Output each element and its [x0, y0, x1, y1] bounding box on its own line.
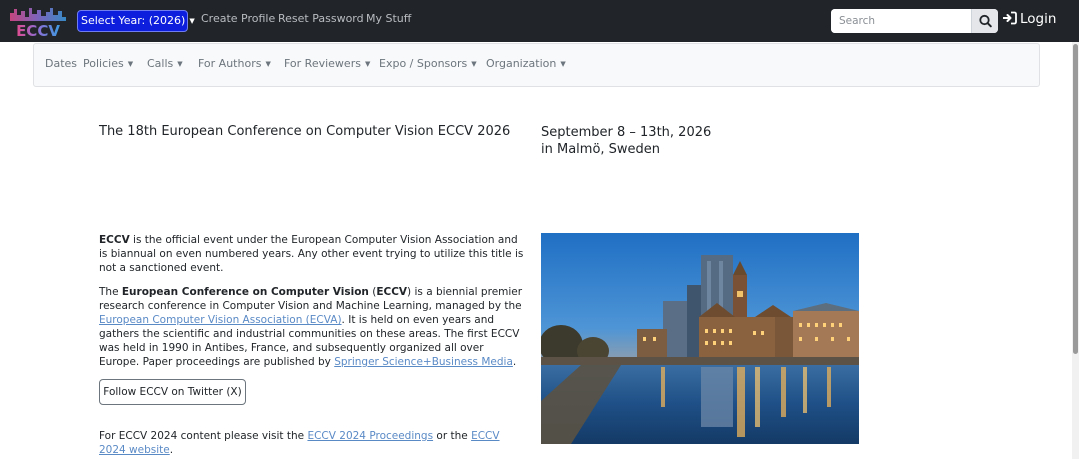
eccv-2024-proceedings-link[interactable]: ECCV 2024 Proceedings [307, 430, 433, 442]
top-navbar: ECCV Select Year: (2026) ▼ Create Profile… [0, 0, 1079, 42]
follow-twitter-button[interactable]: Follow ECCV on Twitter (X) [99, 379, 246, 405]
prev-text-3: . [169, 444, 174, 456]
caret-down-icon: ▼ [560, 60, 566, 68]
nav-dates-label: Dates [45, 57, 78, 70]
nav-expo-sponsors-label: Expo / Sponsors [379, 57, 468, 70]
login-label: Login [1020, 11, 1057, 27]
caret-down-icon: ▼ [471, 60, 477, 68]
nav-policies[interactable]: Policies ▼ [83, 57, 133, 70]
create-profile-link[interactable]: Create Profile [201, 12, 275, 25]
ecva-link[interactable]: European Computer Vision Association (EC… [99, 314, 342, 326]
nav-organization[interactable]: Organization ▼ [486, 57, 566, 70]
intro-strong: ECCV [99, 234, 130, 246]
prev-text-1: For ECCV 2024 content please visit the [99, 430, 308, 442]
conference-dates: September 8 – 13th, 2026 in Malmö, Swede… [541, 124, 711, 158]
nav-for-reviewers[interactable]: For Reviewers ▼ [284, 57, 370, 70]
prev-text-2: or the [433, 430, 472, 442]
location-line: in Malmö, Sweden [541, 142, 661, 157]
about-paragraph: The European Conference on Computer Visi… [99, 285, 524, 369]
intro-text: is the official event under the European… [99, 234, 524, 274]
caret-down-icon: ▼ [265, 60, 271, 68]
nav-policies-label: Policies [83, 57, 124, 70]
about-strong-1: European Conference on Computer Vision [121, 286, 369, 298]
scrollbar-thumb[interactable] [1073, 44, 1078, 354]
nav-dates[interactable]: Dates [45, 57, 77, 70]
nav-for-authors-label: For Authors [198, 57, 262, 70]
about-text-1: The [99, 286, 122, 298]
nav-for-reviewers-label: For Reviewers [284, 57, 361, 70]
my-stuff-link[interactable]: My Stuff [366, 12, 411, 25]
previous-edition-paragraph: For ECCV 2024 content please visit the E… [99, 429, 524, 457]
intro-paragraph: ECCV is the official event under the Eur… [99, 233, 524, 275]
about-text-5: . [512, 356, 517, 368]
caret-down-icon: ▼ [177, 60, 183, 68]
nav-for-authors[interactable]: For Authors ▼ [198, 57, 271, 70]
logo-text: ECCV [16, 22, 60, 38]
year-select-button[interactable]: Select Year: (2026) ▼ [77, 10, 195, 32]
sign-in-icon [1002, 11, 1017, 25]
reset-password-link[interactable]: Reset Password [278, 12, 364, 25]
caret-down-icon: ▼ [364, 60, 371, 68]
nav-calls[interactable]: Calls ▼ [147, 57, 183, 70]
springer-link[interactable]: Springer Science+Business Media [334, 356, 513, 368]
caret-down-icon: ▼ [127, 60, 134, 68]
login-button[interactable]: Login [1002, 11, 1057, 27]
search-box [831, 9, 998, 33]
dates-line: September 8 – 13th, 2026 [541, 125, 712, 140]
search-input[interactable] [831, 9, 971, 33]
year-select-label: Select Year: (2026) [81, 14, 186, 27]
nav-expo-sponsors[interactable]: Expo / Sponsors ▼ [379, 57, 477, 70]
search-button[interactable] [971, 9, 998, 33]
search-icon [979, 14, 992, 28]
nav-calls-label: Calls [147, 57, 174, 70]
eccv-logo[interactable]: ECCV [8, 5, 68, 38]
about-strong-2: ECCV [376, 286, 408, 298]
nav-organization-label: Organization [486, 57, 557, 70]
caret-down-icon: ▼ [189, 17, 195, 25]
malmo-city-photo [541, 233, 859, 444]
page-scrollbar[interactable] [1072, 42, 1079, 459]
page-headline: The 18th European Conference on Computer… [99, 124, 511, 139]
secondary-nav: Dates Policies ▼ Calls ▼ For Authors ▼ For … [33, 43, 1040, 87]
